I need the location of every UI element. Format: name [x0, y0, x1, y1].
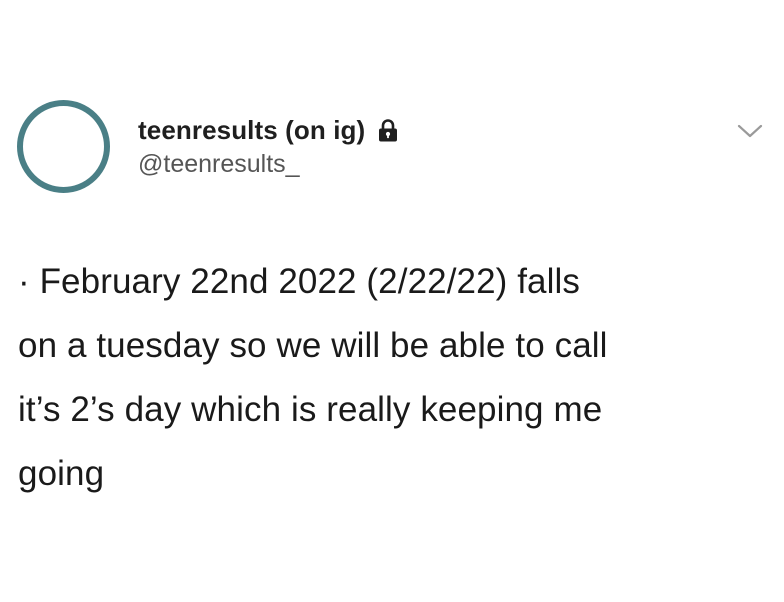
tweet-text-line: going — [18, 454, 105, 493]
display-name[interactable]: teenresults (on ig) — [138, 113, 365, 147]
tweet-card: teenresults (on ig) @teenresults_ · Febr… — [0, 0, 784, 602]
user-handle[interactable]: @teenresults_ — [138, 149, 399, 179]
chevron-down-icon[interactable] — [736, 121, 764, 146]
tweet-text-line: on a tuesday so we will be able to call — [18, 326, 608, 365]
avatar[interactable] — [17, 100, 110, 193]
tweet-text: · February 22nd 2022 (2/22/22) falls on … — [18, 250, 758, 506]
lock-icon — [377, 118, 399, 142]
display-name-row: teenresults (on ig) — [138, 113, 399, 147]
tweet-header: teenresults (on ig) @teenresults_ — [138, 113, 399, 179]
tweet-text-line: · February 22nd 2022 (2/22/22) falls — [18, 262, 580, 301]
tweet-text-line: it’s 2’s day which is really keeping me — [18, 390, 603, 429]
